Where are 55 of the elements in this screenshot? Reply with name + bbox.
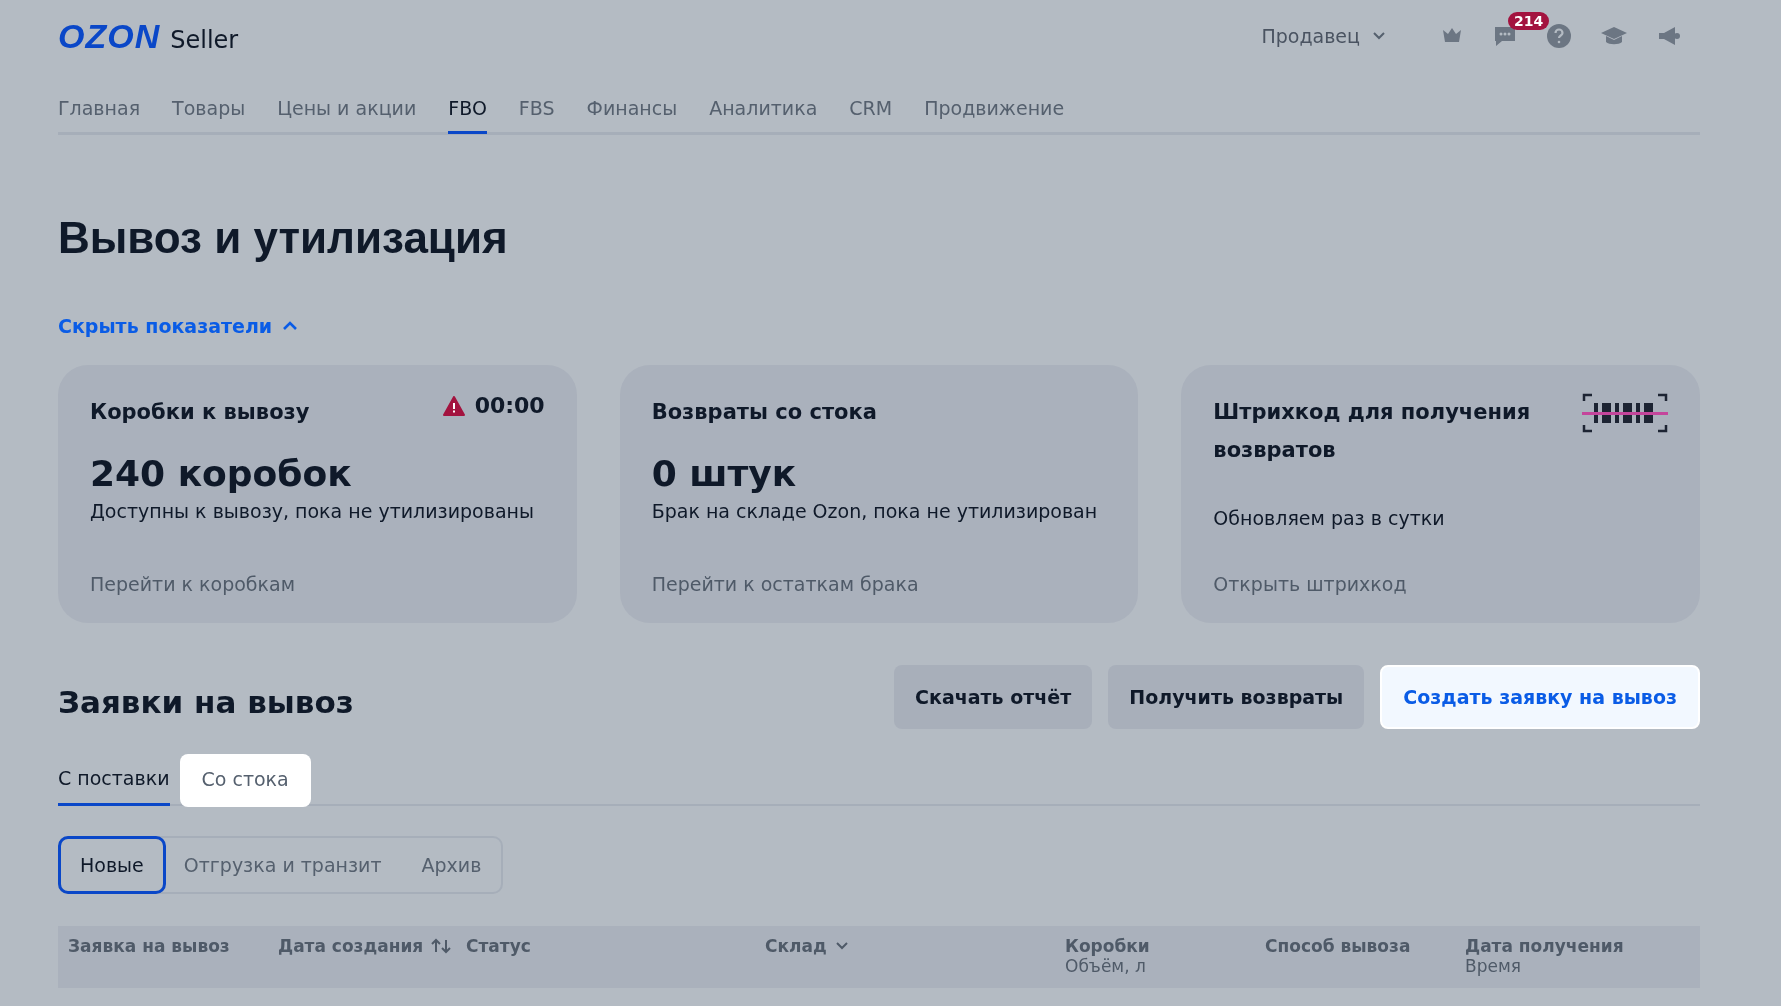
card-title: Возвраты со стока — [651, 399, 877, 426]
filter-tab[interactable]: Новые — [58, 836, 166, 894]
tab[interactable]: Со стока — [179, 754, 311, 807]
notification-badge: 214 — [1508, 12, 1550, 30]
chevron-down-icon — [834, 941, 849, 951]
card-value: 0 штук — [651, 453, 798, 494]
page-title: Вывоз и утилизация — [58, 213, 509, 263]
card-value: 240 коробок — [90, 453, 353, 494]
card-description: Брак на складе Ozon, пока не утилизирован — [651, 500, 1099, 522]
hide-metrics-link[interactable]: Скрыть показатели — [58, 315, 299, 337]
card-link[interactable]: Перейти к коробкам — [90, 573, 545, 595]
nav-tab[interactable]: Товары — [172, 78, 246, 134]
nav-tab[interactable]: Продвижение — [924, 78, 1065, 134]
action-button[interactable]: Получить возвраты — [1108, 665, 1365, 729]
column-header-button[interactable]: Склад — [765, 936, 1065, 956]
section-title: Заявки на вывоз — [58, 684, 354, 720]
filter-tab[interactable]: Отгрузка и транзит — [163, 838, 402, 892]
chevron-up-icon[interactable] — [282, 320, 299, 332]
nav-tab[interactable]: Финансы — [586, 78, 678, 134]
graduation-cap-icon[interactable] — [1600, 25, 1628, 47]
help-icon[interactable] — [1546, 23, 1572, 49]
nav-tab[interactable]: Главная — [58, 78, 141, 134]
card-description: Доступны к вывозу, пока не утилизированы — [90, 500, 535, 522]
nav-tab[interactable]: FBS — [518, 78, 555, 134]
chat-icon[interactable] — [1492, 24, 1518, 48]
logo[interactable]: OZON — [58, 16, 161, 56]
account-menu[interactable]: Продавец — [1255, 24, 1392, 48]
card-title: Коробки к вывозу — [90, 399, 310, 426]
action-button[interactable]: Создать заявку на вывоз — [1380, 665, 1700, 729]
action-button[interactable]: Скачать отчёт — [894, 665, 1093, 729]
timer-value: 00:00 — [474, 393, 545, 418]
card-title: Штрихкод для получения возвратов — [1213, 399, 1532, 464]
column-header: Способ вывоза — [1265, 936, 1412, 956]
filter-tab[interactable]: Архив — [401, 838, 502, 892]
column-header: Заявка на вывоз — [68, 936, 231, 956]
column-subheader: Объём, л — [1065, 956, 1147, 976]
column-header: Дата получения — [1465, 936, 1624, 956]
sort-icon — [431, 938, 452, 954]
column-header: Статус — [466, 936, 532, 956]
warning-icon — [442, 395, 465, 416]
column-subheader: Время — [1465, 956, 1522, 976]
card-link[interactable]: Перейти к остаткам брака — [651, 573, 1107, 595]
logo-suffix: Seller — [170, 25, 239, 54]
megaphone-icon[interactable] — [1656, 24, 1682, 48]
chevron-down-icon — [1372, 31, 1386, 41]
tab[interactable]: С поставки — [58, 753, 170, 806]
barcode-icon — [1582, 393, 1668, 433]
column-header: Коробки — [1065, 936, 1151, 956]
card-description: Обновляем раз в сутки — [1213, 507, 1446, 529]
nav-tab[interactable]: Аналитика — [709, 78, 818, 134]
column-header-button[interactable]: Дата создания — [278, 936, 466, 956]
nav-tab[interactable]: CRM — [849, 78, 893, 134]
nav-tab[interactable]: Цены и акции — [277, 78, 417, 134]
card-link[interactable]: Открыть штрихкод — [1213, 573, 1668, 595]
nav-tab[interactable]: FBO — [448, 78, 487, 134]
